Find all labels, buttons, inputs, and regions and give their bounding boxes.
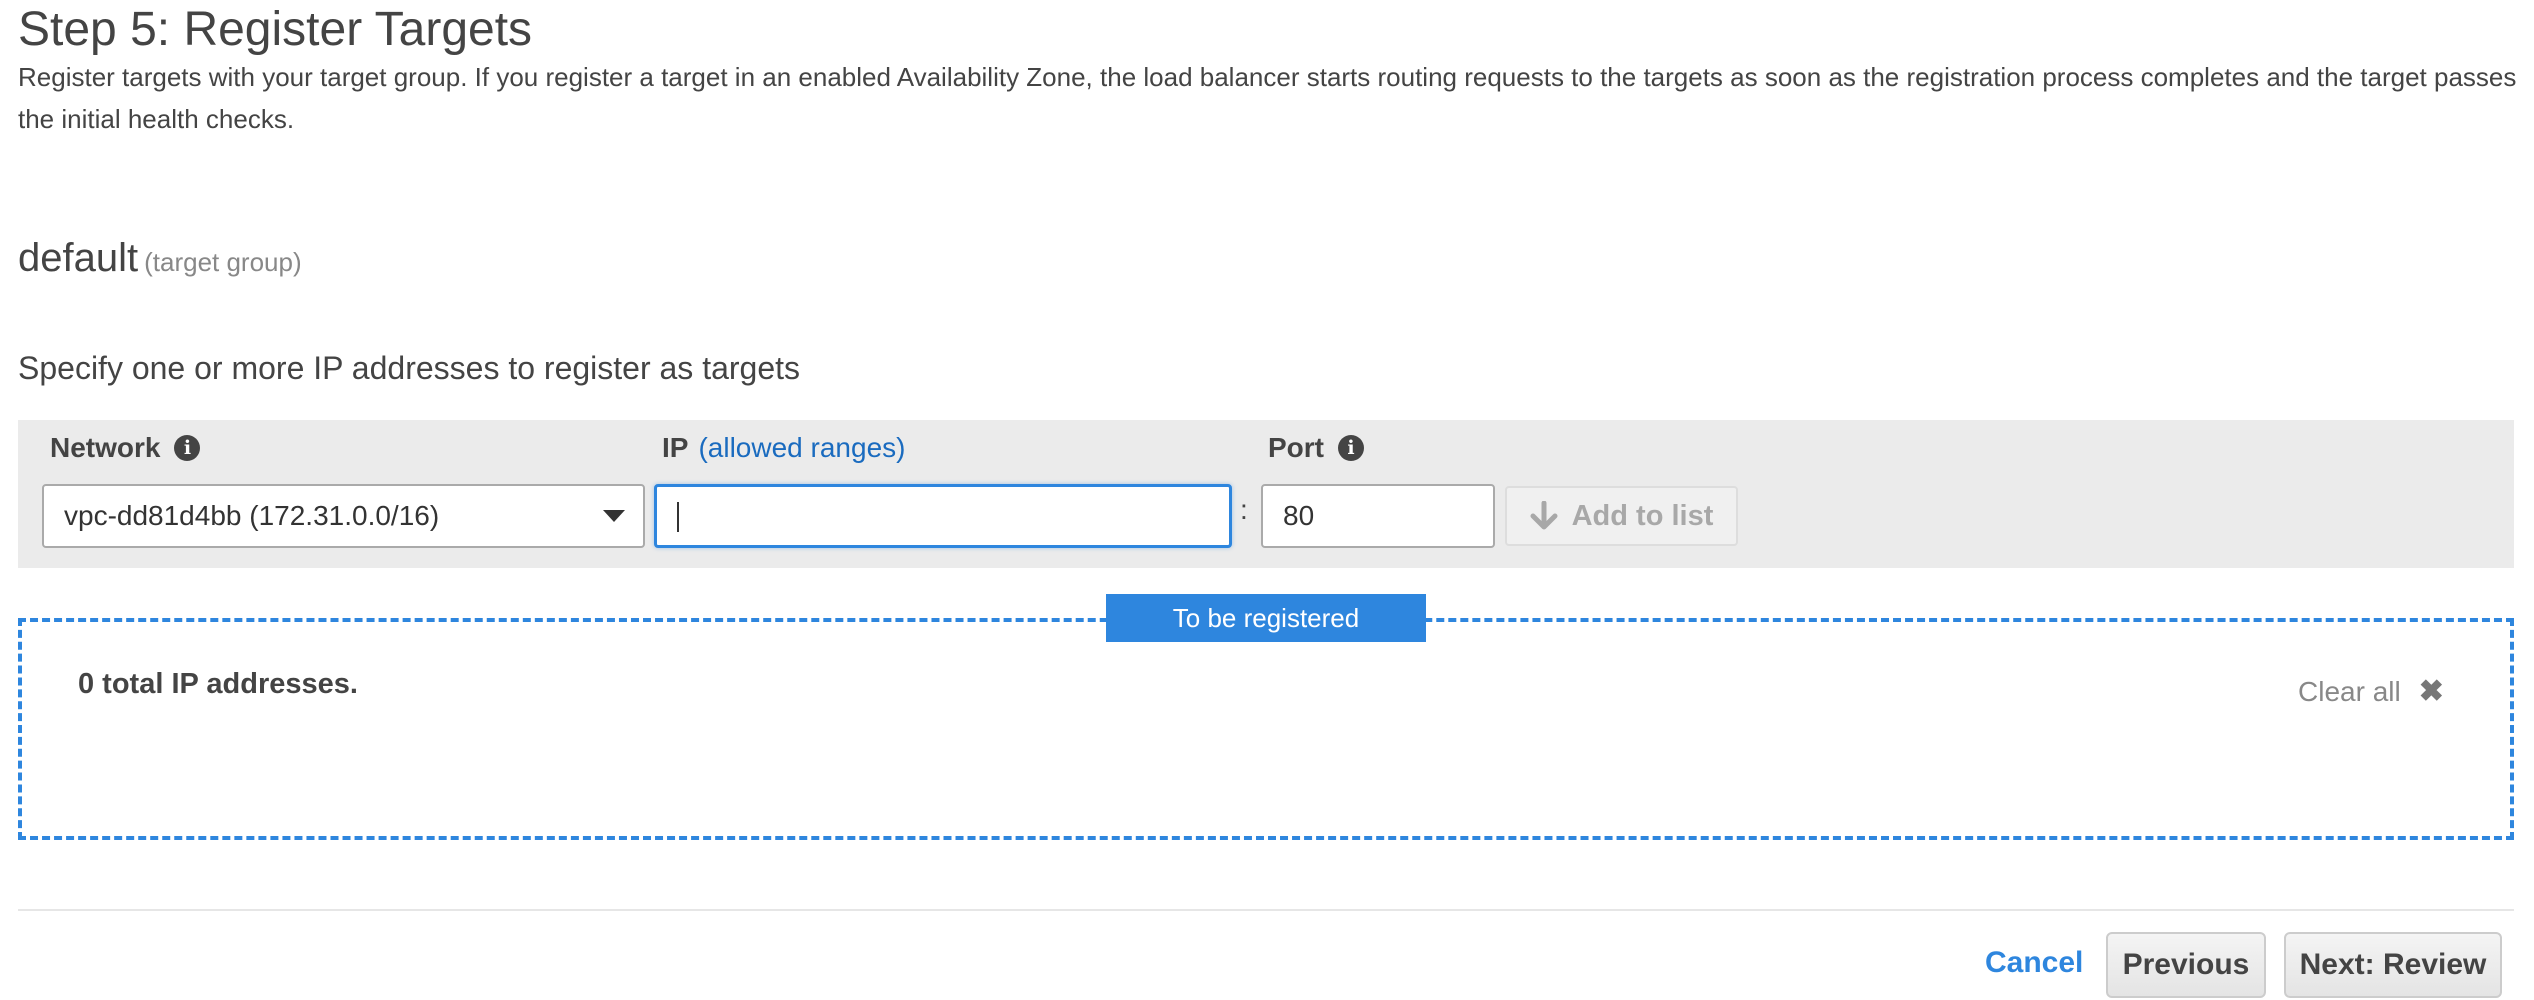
to-be-registered-area xyxy=(18,618,2514,840)
specify-instructions: Specify one or more IP addresses to regi… xyxy=(18,350,801,386)
clear-all-label: Clear all xyxy=(2298,675,2401,707)
caret-down-icon xyxy=(603,510,625,522)
target-group-name: default xyxy=(18,236,139,280)
allowed-ranges-link[interactable]: (allowed ranges) xyxy=(698,432,905,464)
cancel-link[interactable]: Cancel xyxy=(1985,946,2083,980)
ip-label: IP (allowed ranges) xyxy=(662,432,905,464)
close-x-icon: ✖ xyxy=(2418,675,2444,708)
port-input[interactable]: 80 xyxy=(1261,484,1495,548)
port-info-icon[interactable]: i xyxy=(1338,435,1364,461)
ip-address-input[interactable] xyxy=(654,484,1232,548)
add-to-list-label: Add to list xyxy=(1571,499,1714,532)
target-group-heading: default (target group) xyxy=(18,236,302,281)
footer-divider xyxy=(18,909,2514,911)
page-title: Step 5: Register Targets xyxy=(18,3,533,56)
network-select[interactable]: vpc-dd81d4bb (172.31.0.0/16) xyxy=(42,484,645,548)
network-label-text: Network xyxy=(50,432,161,463)
network-label: Network i xyxy=(50,432,201,464)
target-group-suffix: (target group) xyxy=(144,247,302,277)
clear-all-button[interactable]: Clear all ✖ xyxy=(2298,674,2444,709)
ip-port-separator: : xyxy=(1240,494,1248,525)
add-to-list-button[interactable]: Add to list xyxy=(1505,486,1738,546)
port-label-text: Port xyxy=(1268,432,1324,463)
page-description: Register targets with your target group.… xyxy=(18,62,2517,134)
network-select-value: vpc-dd81d4bb (172.31.0.0/16) xyxy=(64,500,440,531)
to-be-registered-tab: To be registered xyxy=(1106,594,1426,642)
previous-button[interactable]: Previous xyxy=(2106,932,2266,998)
port-label: Port i xyxy=(1268,432,1364,464)
port-input-value: 80 xyxy=(1283,500,1315,531)
text-cursor xyxy=(677,502,679,532)
network-info-icon[interactable]: i xyxy=(174,435,201,461)
next-review-button[interactable]: Next: Review xyxy=(2284,932,2502,998)
total-ip-count: 0 total IP addresses. xyxy=(78,668,358,700)
ip-label-text: IP xyxy=(662,432,689,463)
arrow-down-icon xyxy=(1530,501,1558,530)
